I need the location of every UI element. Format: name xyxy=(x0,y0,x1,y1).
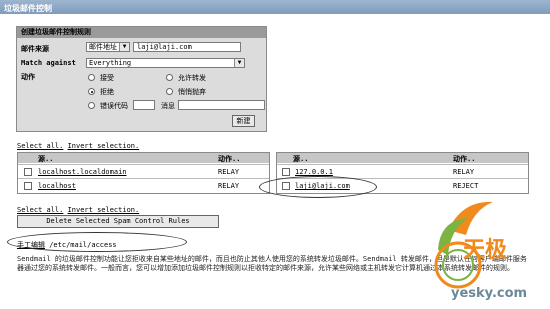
message-label: 消息 xyxy=(161,102,175,110)
table-header xyxy=(277,153,528,163)
radio-error-code[interactable] xyxy=(88,102,95,109)
yesky-logo: 天极 yesky.com xyxy=(418,190,543,305)
create-button[interactable]: 新建 xyxy=(232,115,255,127)
invert-selection-link[interactable]: Invert selection. xyxy=(68,142,140,150)
rule-action: RELAY xyxy=(453,168,475,176)
delete-selected-button[interactable]: Delete Selected Spam Control Rules xyxy=(17,215,219,228)
source-label: 邮件来源 xyxy=(21,45,49,53)
table-row: localhost RELAY xyxy=(18,178,269,192)
match-label: Match against xyxy=(21,59,76,67)
option-error-label: 错误代码 xyxy=(100,102,128,110)
page-title: 垃圾邮件控制 xyxy=(4,4,52,13)
selection-links-top: Select all. Invert selection. xyxy=(17,142,139,150)
radio-reject[interactable] xyxy=(88,88,95,95)
rule-source-link[interactable]: localhost xyxy=(38,179,76,193)
panel-header: 创建垃圾邮件控制规则 xyxy=(17,27,266,38)
radio-discard[interactable] xyxy=(166,88,173,95)
row-checkbox[interactable] xyxy=(24,182,32,190)
message-input[interactable] xyxy=(178,100,265,110)
col-source[interactable]: 源.. xyxy=(38,154,53,164)
highlight-oval xyxy=(259,176,377,198)
option-relay-label: 允许转发 xyxy=(178,74,206,82)
chevron-down-icon: ▼ xyxy=(119,43,129,51)
highlight-oval xyxy=(7,232,187,252)
title-bar xyxy=(0,0,550,14)
col-source[interactable]: 源.. xyxy=(293,154,308,164)
match-value: Everything xyxy=(89,59,132,67)
source-type-select[interactable]: 邮件地址 ▼ xyxy=(86,42,130,52)
chevron-down-icon: ▼ xyxy=(234,59,244,67)
rule-action: RELAY xyxy=(218,182,240,190)
option-discard-label: 悄悄抛弃 xyxy=(178,88,206,96)
invert-selection-link[interactable]: Invert selection. xyxy=(68,206,140,214)
col-action[interactable]: 动作.. xyxy=(453,154,475,164)
action-label: 动作 xyxy=(21,73,35,81)
col-action[interactable]: 动作.. xyxy=(218,154,240,164)
option-accept-label: 接受 xyxy=(100,74,114,82)
logo-brand: 天极 xyxy=(463,238,508,263)
selection-links-bottom: Select all. Invert selection. xyxy=(17,206,139,214)
rule-action: RELAY xyxy=(218,168,240,176)
radio-relay[interactable] xyxy=(166,74,173,81)
option-reject-label: 拒绝 xyxy=(100,88,114,96)
source-value-input[interactable]: laji@laji.com xyxy=(133,42,241,52)
source-type-value: 邮件地址 xyxy=(89,43,117,51)
logo-site: yesky.com xyxy=(451,286,528,301)
match-select[interactable]: Everything ▼ xyxy=(86,58,245,68)
select-all-link[interactable]: Select all. xyxy=(17,142,63,150)
rule-source-link[interactable]: localhost.localdomain xyxy=(38,165,127,179)
row-checkbox[interactable] xyxy=(24,168,32,176)
radio-accept[interactable] xyxy=(88,74,95,81)
select-all-link[interactable]: Select all. xyxy=(17,206,63,214)
table-row: localhost.localdomain RELAY xyxy=(18,164,269,178)
create-rule-panel: 创建垃圾邮件控制规则 邮件来源 邮件地址 ▼ laji@laji.com Mat… xyxy=(16,26,267,132)
row-checkbox[interactable] xyxy=(282,168,290,176)
error-code-input[interactable] xyxy=(133,100,155,110)
rules-table-left: 源.. 动作.. localhost.localdomain RELAY loc… xyxy=(17,152,270,194)
